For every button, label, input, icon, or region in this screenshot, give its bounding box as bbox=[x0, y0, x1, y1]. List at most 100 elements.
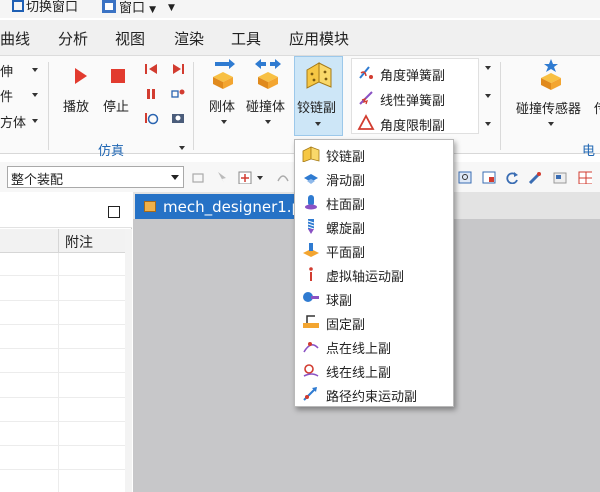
menu-item-sliding-joint[interactable]: 滑动副 bbox=[295, 166, 453, 190]
menu-item-label: 球副 bbox=[326, 294, 353, 309]
pen-edit-icon[interactable] bbox=[528, 171, 542, 184]
step-forward-icon[interactable] bbox=[170, 61, 186, 77]
navigator-scrollbar[interactable] bbox=[125, 229, 132, 492]
angular-limit-joint-item[interactable]: 角度限制副 bbox=[356, 114, 476, 134]
stop-button[interactable]: 停止 bbox=[100, 60, 136, 120]
navigator-column-header: 附注 bbox=[0, 229, 132, 253]
navigator-header bbox=[0, 192, 132, 228]
menu-view[interactable]: 视图 bbox=[115, 28, 145, 49]
collision-body-label: 碰撞体 bbox=[246, 100, 286, 115]
path-constraint-joint-icon bbox=[303, 387, 317, 401]
menu-render[interactable]: 渲染 bbox=[174, 28, 204, 49]
table-row[interactable] bbox=[0, 445, 125, 446]
ribbon-partial-item-2[interactable]: 件 bbox=[0, 86, 13, 105]
chevron-down-icon bbox=[171, 175, 179, 180]
snap-options-icon[interactable] bbox=[276, 171, 290, 184]
menu-item-fixed-joint[interactable]: 固定副 bbox=[295, 310, 453, 334]
menu-item-virtual-axis-joint[interactable]: 虚拟轴运动副 bbox=[295, 262, 453, 286]
menu-analysis[interactable]: 分析 bbox=[58, 28, 88, 49]
play-label: 播放 bbox=[63, 100, 90, 115]
menu-item-cylindrical-joint[interactable]: 柱面副 bbox=[295, 190, 453, 214]
maximize-icon[interactable] bbox=[108, 206, 120, 218]
angular-limit-icon bbox=[357, 114, 375, 130]
layer-settings-icon[interactable] bbox=[553, 171, 567, 184]
menu-curve[interactable]: 曲线 bbox=[0, 28, 30, 49]
table-row[interactable] bbox=[0, 324, 125, 325]
chevron-down-icon bbox=[221, 120, 227, 124]
menu-item-curve-on-curve-joint[interactable]: 线在线上副 bbox=[295, 358, 453, 382]
menu-applications[interactable]: 应用模块 bbox=[289, 28, 349, 49]
table-row[interactable] bbox=[0, 348, 125, 349]
collision-sensor-button[interactable]: 碰撞传感器 bbox=[512, 58, 592, 134]
gallery-scroll-up-icon[interactable] bbox=[485, 66, 491, 70]
table-row[interactable] bbox=[0, 469, 125, 470]
window-menu-button[interactable]: 窗口 ▼ bbox=[102, 0, 156, 18]
curve-on-curve-joint-icon bbox=[303, 364, 319, 377]
reset-timer-icon[interactable] bbox=[143, 110, 159, 126]
menu-tools[interactable]: 工具 bbox=[231, 28, 261, 49]
cylindrical-joint-icon bbox=[305, 195, 317, 210]
snap-point-icon[interactable] bbox=[238, 171, 252, 184]
table-row[interactable] bbox=[0, 275, 125, 276]
menu-item-planar-joint[interactable]: 平面副 bbox=[295, 238, 453, 262]
menu-item-label: 线在线上副 bbox=[326, 366, 392, 381]
window-icon bbox=[102, 0, 116, 13]
view-settings-icon[interactable] bbox=[482, 171, 496, 184]
menu-item-screw-joint[interactable]: 螺旋副 bbox=[295, 214, 453, 238]
menu-item-hinge-joint[interactable]: 铰链副 bbox=[295, 142, 453, 166]
table-row[interactable] bbox=[0, 372, 125, 373]
grid-view-icon[interactable] bbox=[578, 171, 592, 184]
menu-item-label: 螺旋副 bbox=[326, 222, 366, 237]
menu-item-label: 柱面副 bbox=[326, 198, 366, 213]
customize-quick-access-icon[interactable]: ▼ bbox=[168, 0, 175, 18]
table-row[interactable] bbox=[0, 300, 125, 301]
collision-body-button[interactable]: 碰撞体 bbox=[245, 58, 291, 132]
menu-item-path-constraint-joint[interactable]: 路径约束运动副 bbox=[295, 382, 453, 406]
navigator-pane: 附注 bbox=[0, 192, 132, 492]
linear-spring-icon bbox=[359, 91, 373, 105]
assembly-scope-value: 整个装配 bbox=[11, 173, 64, 188]
ribbon-separator bbox=[193, 62, 194, 150]
joint-label: 铰链副 bbox=[297, 101, 337, 116]
joint-type-menu: 铰链副 滑动副 柱面副 螺旋副 平面副 虚拟轴运动副 球副 固定副 点在线上副 … bbox=[294, 139, 454, 407]
collision-sensor-label: 碰撞传感器 bbox=[516, 102, 582, 117]
ribbon-partial-right-item[interactable]: 传 bbox=[594, 98, 600, 117]
chevron-down-icon[interactable] bbox=[257, 176, 263, 180]
angular-spring-joint-item[interactable]: 角度弹簧副 bbox=[356, 64, 476, 84]
refresh-icon[interactable] bbox=[505, 171, 519, 184]
collision-sensor-icon bbox=[541, 59, 561, 90]
chevron-down-icon[interactable] bbox=[179, 146, 185, 150]
fixed-joint-icon bbox=[303, 315, 319, 328]
table-row[interactable] bbox=[0, 397, 125, 398]
table-row[interactable] bbox=[0, 421, 125, 422]
snapshot-icon[interactable] bbox=[170, 86, 186, 102]
zoom-window-icon[interactable] bbox=[458, 171, 472, 184]
linear-spring-joint-item[interactable]: 线性弹簧副 bbox=[356, 89, 476, 109]
document-tab[interactable]: mech_designer1.p bbox=[135, 194, 301, 219]
menu-item-label: 虚拟轴运动副 bbox=[326, 270, 405, 285]
gallery-expand-icon[interactable] bbox=[485, 122, 491, 126]
select-filter-icon[interactable] bbox=[192, 171, 206, 184]
notes-column-header[interactable]: 附注 bbox=[65, 232, 93, 252]
cursor-filter-icon[interactable] bbox=[216, 171, 230, 184]
menu-item-ball-joint[interactable]: 球副 bbox=[295, 286, 453, 310]
collision-body-icon bbox=[255, 59, 281, 89]
record-icon[interactable] bbox=[170, 110, 186, 126]
pause-icon[interactable] bbox=[143, 86, 159, 102]
ribbon-partial-item-1[interactable]: 伸 bbox=[0, 61, 13, 80]
switch-window-button[interactable]: 切换窗口 bbox=[12, 0, 78, 18]
hinge-joint-icon bbox=[306, 62, 332, 89]
menu-item-point-on-curve-joint[interactable]: 点在线上副 bbox=[295, 334, 453, 358]
ribbon-separator bbox=[48, 62, 49, 150]
constraint-gallery: 角度弹簧副 线性弹簧副 角度限制副 bbox=[351, 58, 479, 134]
angular-spring-label: 角度弹簧副 bbox=[380, 69, 446, 84]
assembly-scope-select[interactable]: 整个装配 bbox=[7, 166, 184, 188]
play-button[interactable]: 播放 bbox=[60, 60, 96, 120]
column-divider[interactable] bbox=[58, 229, 59, 253]
rigid-body-button[interactable]: 刚体 bbox=[204, 58, 242, 132]
step-back-icon[interactable] bbox=[143, 61, 159, 77]
joint-button[interactable]: 铰链副 bbox=[294, 56, 343, 136]
menu-item-label: 滑动副 bbox=[326, 174, 366, 189]
gallery-scroll-down-icon[interactable] bbox=[485, 94, 491, 98]
ribbon-partial-item-3[interactable]: 方体 bbox=[0, 112, 26, 131]
